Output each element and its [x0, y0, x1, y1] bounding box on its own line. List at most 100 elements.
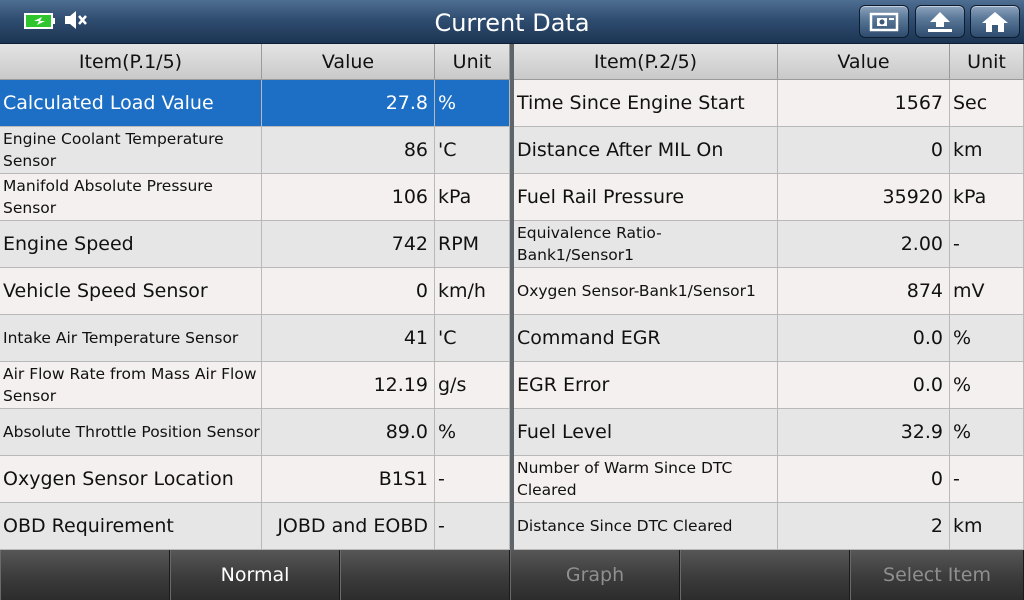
home-icon	[982, 11, 1008, 32]
row-item: Distance After MIL On	[514, 127, 778, 173]
row-value: 0.0	[778, 362, 950, 408]
row-value: 742	[262, 221, 435, 267]
column-header-value[interactable]: Value	[778, 44, 950, 79]
row-unit: mV	[950, 268, 1024, 314]
row-item: Air Flow Rate from Mass Air Flow Sensor	[0, 362, 262, 408]
upload-button[interactable]	[915, 5, 965, 38]
row-item: Absolute Throttle Position Sensor	[0, 409, 262, 455]
row-unit: -	[950, 456, 1024, 502]
column-header-item[interactable]: Item(P.2/5)	[514, 44, 778, 79]
row-item: OBD Requirement	[0, 503, 262, 549]
row-item: Distance Since DTC Cleared	[514, 503, 778, 549]
row-unit: -	[950, 221, 1024, 267]
row-item: Fuel Rail Pressure	[514, 174, 778, 220]
row-unit: %	[950, 315, 1024, 361]
table-row[interactable]: Distance After MIL On 0 km	[514, 127, 1024, 174]
row-unit: kPa	[435, 174, 510, 220]
blank-button-2[interactable]	[340, 550, 510, 600]
upload-icon	[928, 11, 952, 32]
table-row[interactable]: Time Since Engine Start 1567 Sec	[514, 80, 1024, 127]
table-row[interactable]: Engine Coolant Temperature Sensor 86 'C	[0, 127, 510, 174]
table-row[interactable]: Number of Warm Since DTC Cleared 0 -	[514, 456, 1024, 503]
blank-button-1[interactable]	[0, 550, 170, 600]
row-item: Engine Coolant Temperature Sensor	[0, 127, 262, 173]
table-row[interactable]: Air Flow Rate from Mass Air Flow Sensor …	[0, 362, 510, 409]
row-value: 2.00	[778, 221, 950, 267]
row-value: 0	[778, 127, 950, 173]
graph-button[interactable]: Graph	[510, 550, 680, 600]
row-value: 2	[778, 503, 950, 549]
table-row[interactable]: Fuel Level 32.9 %	[514, 409, 1024, 456]
row-unit: %	[435, 409, 510, 455]
table-row[interactable]: Absolute Throttle Position Sensor 89.0 %	[0, 409, 510, 456]
row-unit: km	[950, 503, 1024, 549]
table-header: Item(P.1/5) Value Unit	[0, 44, 510, 80]
data-table-right: Item(P.2/5) Value Unit Time Since Engine…	[514, 44, 1024, 550]
row-value: 27.8	[262, 80, 435, 126]
row-value: 1567	[778, 80, 950, 126]
row-value: 89.0	[262, 409, 435, 455]
table-row[interactable]: Vehicle Speed Sensor 0 km/h	[0, 268, 510, 315]
column-header-unit[interactable]: Unit	[950, 44, 1024, 79]
row-unit: -	[435, 503, 510, 549]
screenshot-icon	[869, 12, 899, 31]
table-row-selected[interactable]: Calculated Load Value 27.8 %	[0, 80, 510, 127]
row-item: Equivalence Ratio-Bank1/Sensor1	[514, 221, 778, 267]
row-value: 0	[778, 456, 950, 502]
row-item: Intake Air Temperature Sensor	[0, 315, 262, 361]
home-button[interactable]	[970, 5, 1020, 38]
table-header: Item(P.2/5) Value Unit	[514, 44, 1024, 80]
column-header-value[interactable]: Value	[262, 44, 435, 79]
row-value: 32.9	[778, 409, 950, 455]
table-row[interactable]: Distance Since DTC Cleared 2 km	[514, 503, 1024, 550]
table-row[interactable]: Manifold Absolute Pressure Sensor 106 kP…	[0, 174, 510, 221]
row-value: 874	[778, 268, 950, 314]
row-item: EGR Error	[514, 362, 778, 408]
title-bar: Current Data	[0, 0, 1024, 44]
table-row[interactable]: Command EGR 0.0 %	[514, 315, 1024, 362]
row-value: JOBD and EOBD	[262, 503, 435, 549]
row-item: Manifold Absolute Pressure Sensor	[0, 174, 262, 220]
normal-button[interactable]: Normal	[170, 550, 340, 600]
blank-button-3[interactable]	[680, 550, 850, 600]
row-value: 0	[262, 268, 435, 314]
table-row[interactable]: Oxygen Sensor-Bank1/Sensor1 874 mV	[514, 268, 1024, 315]
table-row[interactable]: Oxygen Sensor Location B1S1 -	[0, 456, 510, 503]
column-header-unit[interactable]: Unit	[435, 44, 510, 79]
row-unit: %	[950, 362, 1024, 408]
table-row[interactable]: Engine Speed 742 RPM	[0, 221, 510, 268]
table-row[interactable]: EGR Error 0.0 %	[514, 362, 1024, 409]
row-value: 35920	[778, 174, 950, 220]
row-unit: RPM	[435, 221, 510, 267]
select-item-button[interactable]: Select Item	[850, 550, 1024, 600]
table-row[interactable]: Equivalence Ratio-Bank1/Sensor1 2.00 -	[514, 221, 1024, 268]
table-row[interactable]: Fuel Rail Pressure 35920 kPa	[514, 174, 1024, 221]
table-row[interactable]: Intake Air Temperature Sensor 41 'C	[0, 315, 510, 362]
row-unit: Sec	[950, 80, 1024, 126]
row-unit: g/s	[435, 362, 510, 408]
row-value: 12.19	[262, 362, 435, 408]
data-table-left: Item(P.1/5) Value Unit Calculated Load V…	[0, 44, 510, 550]
row-value: 0.0	[778, 315, 950, 361]
row-unit: km	[950, 127, 1024, 173]
row-value: 41	[262, 315, 435, 361]
row-item: Number of Warm Since DTC Cleared	[514, 456, 778, 502]
row-unit: %	[435, 80, 510, 126]
row-unit: 'C	[435, 315, 510, 361]
bottom-toolbar: Normal Graph Select Item	[0, 550, 1024, 600]
screenshot-button[interactable]	[859, 5, 909, 38]
row-unit: -	[435, 456, 510, 502]
row-item: Oxygen Sensor-Bank1/Sensor1	[514, 268, 778, 314]
row-value: 106	[262, 174, 435, 220]
row-unit: kPa	[950, 174, 1024, 220]
column-header-item[interactable]: Item(P.1/5)	[0, 44, 262, 79]
row-item: Vehicle Speed Sensor	[0, 268, 262, 314]
row-item: Engine Speed	[0, 221, 262, 267]
row-value: 86	[262, 127, 435, 173]
row-unit: 'C	[435, 127, 510, 173]
row-unit: km/h	[435, 268, 510, 314]
row-item: Fuel Level	[514, 409, 778, 455]
table-row[interactable]: OBD Requirement JOBD and EOBD -	[0, 503, 510, 550]
row-item: Calculated Load Value	[0, 80, 262, 126]
row-unit: %	[950, 409, 1024, 455]
